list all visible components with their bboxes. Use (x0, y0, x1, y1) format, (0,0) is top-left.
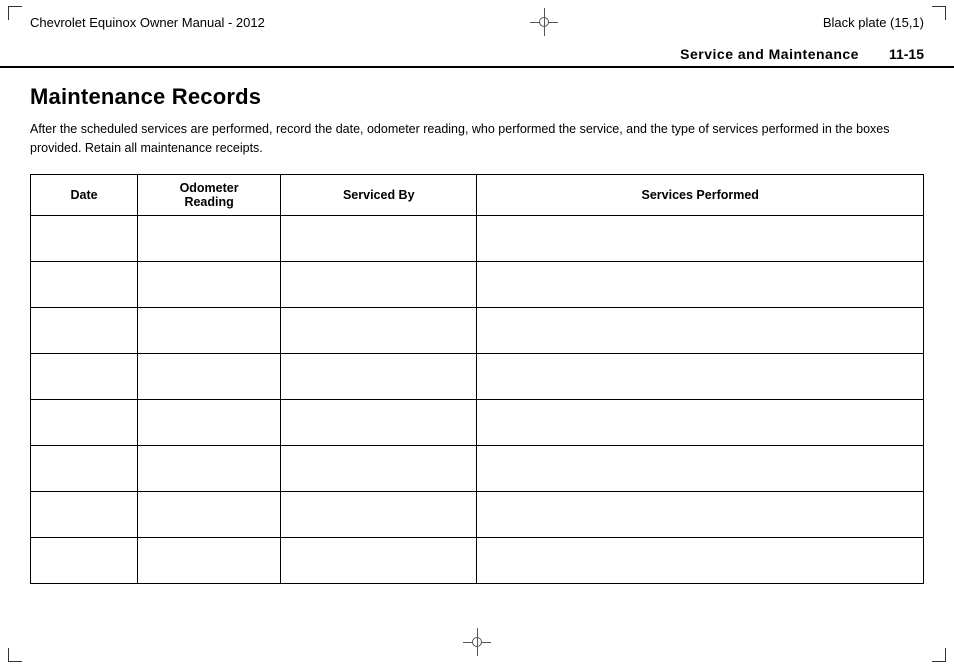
table-cell-row5-col1 (138, 445, 281, 491)
table-cell-row0-col2 (281, 215, 477, 261)
table-cell-row0-col3 (477, 215, 924, 261)
table-cell-row7-col1 (138, 537, 281, 583)
table-cell-row5-col0 (31, 445, 138, 491)
table-cell-row6-col3 (477, 491, 924, 537)
corner-mark-bottom-right (932, 648, 946, 662)
corner-mark-bottom-left (8, 648, 22, 662)
table-cell-row7-col0 (31, 537, 138, 583)
crosshair-bottom (463, 628, 491, 656)
table-cell-row2-col1 (138, 307, 281, 353)
table-cell-row2-col0 (31, 307, 138, 353)
corner-mark-top-right (932, 6, 946, 20)
table-row (31, 261, 924, 307)
header-bar: Chevrolet Equinox Owner Manual - 2012 Bl… (0, 0, 954, 42)
table-row (31, 445, 924, 491)
table-cell-row1-col1 (138, 261, 281, 307)
table-cell-row7-col3 (477, 537, 924, 583)
crosshair-circle-bottom (472, 637, 482, 647)
table-cell-row3-col3 (477, 353, 924, 399)
crosshair-circle-top (539, 17, 549, 27)
table-row (31, 399, 924, 445)
header-right-text: Black plate (15,1) (823, 15, 924, 30)
table-cell-row1-col3 (477, 261, 924, 307)
table-cell-row3-col1 (138, 353, 281, 399)
table-cell-row0-col0 (31, 215, 138, 261)
table-cell-row3-col0 (31, 353, 138, 399)
table-cell-row7-col2 (281, 537, 477, 583)
table-cell-row4-col2 (281, 399, 477, 445)
col-header-odometer: OdometerReading (138, 174, 281, 215)
intro-text: After the scheduled services are perform… (30, 120, 890, 158)
section-title-bar: Service and Maintenance 11-15 (0, 42, 954, 68)
corner-mark-top-left (8, 6, 22, 20)
page-heading: Maintenance Records (30, 84, 924, 110)
crosshair-bottom-icon (463, 628, 491, 656)
table-header-row: Date OdometerReading Serviced By Service… (31, 174, 924, 215)
page-container: Chevrolet Equinox Owner Manual - 2012 Bl… (0, 0, 954, 668)
table-cell-row4-col3 (477, 399, 924, 445)
table-cell-row6-col2 (281, 491, 477, 537)
section-number: 11-15 (889, 46, 924, 62)
table-cell-row5-col3 (477, 445, 924, 491)
col-header-serviced-by: Serviced By (281, 174, 477, 215)
header-left-text: Chevrolet Equinox Owner Manual - 2012 (30, 15, 265, 30)
col-header-services-performed: Services Performed (477, 174, 924, 215)
maintenance-table: Date OdometerReading Serviced By Service… (30, 174, 924, 584)
table-cell-row2-col3 (477, 307, 924, 353)
table-row (31, 353, 924, 399)
table-cell-row4-col0 (31, 399, 138, 445)
table-cell-row1-col0 (31, 261, 138, 307)
header-center (530, 8, 558, 36)
main-content: Maintenance Records After the scheduled … (0, 68, 954, 604)
table-row (31, 491, 924, 537)
table-cell-row4-col1 (138, 399, 281, 445)
table-row (31, 307, 924, 353)
col-header-date: Date (31, 174, 138, 215)
table-cell-row6-col0 (31, 491, 138, 537)
table-cell-row6-col1 (138, 491, 281, 537)
table-cell-row1-col2 (281, 261, 477, 307)
table-row (31, 215, 924, 261)
table-row (31, 537, 924, 583)
section-title: Service and Maintenance (680, 46, 859, 62)
table-cell-row3-col2 (281, 353, 477, 399)
table-cell-row2-col2 (281, 307, 477, 353)
crosshair-top (530, 8, 558, 36)
table-cell-row5-col2 (281, 445, 477, 491)
table-cell-row0-col1 (138, 215, 281, 261)
